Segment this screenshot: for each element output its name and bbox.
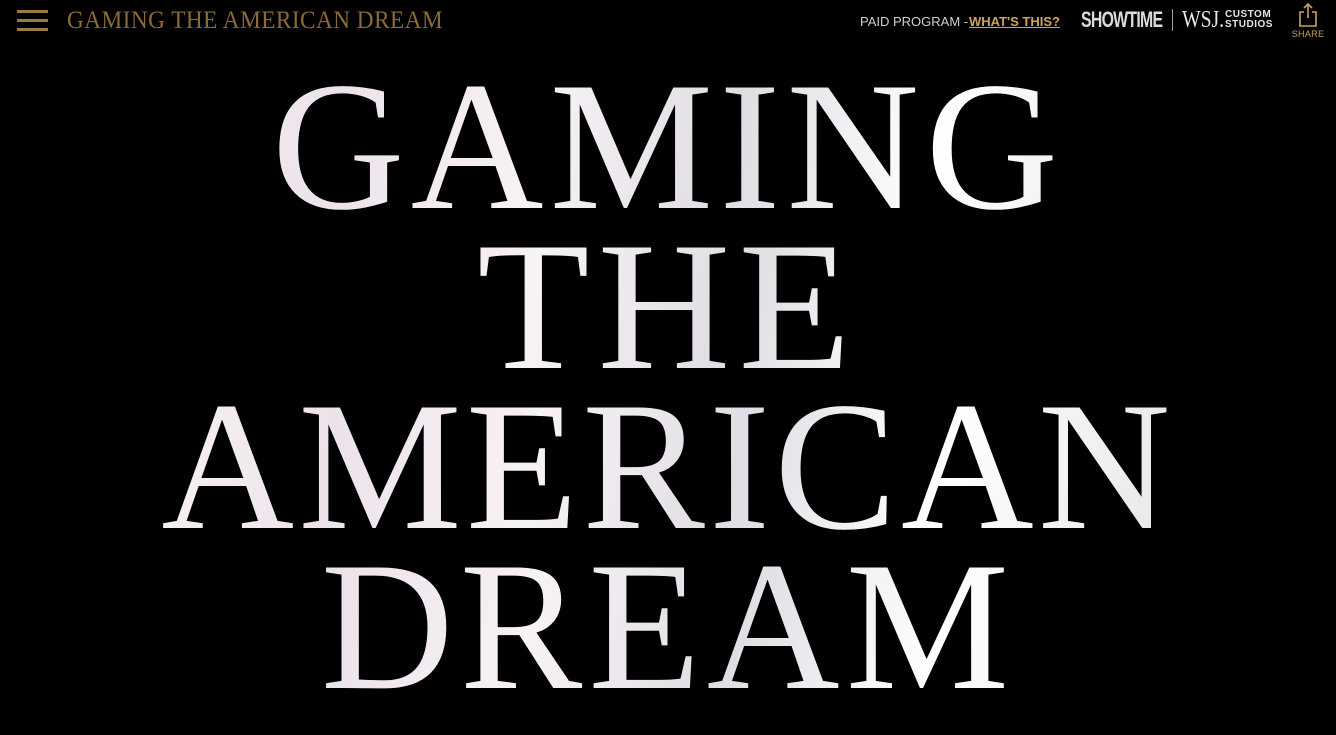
hero-title-line-1: GAMING [0, 54, 1336, 238]
share-button[interactable]: SHARE [1290, 2, 1326, 42]
custom-studios-wordmark: CUSTOM STUDIOS [1225, 10, 1273, 30]
hamburger-menu-icon[interactable] [17, 10, 48, 32]
studios-label: STUDIOS [1225, 19, 1273, 30]
menu-bar-line [17, 19, 48, 22]
logo-divider [1172, 9, 1173, 31]
share-label: SHARE [1291, 29, 1325, 39]
hero-title: GAMING THE AMERICAN DREAM [0, 44, 1336, 735]
hero-title-line-4: DREAM [0, 534, 1336, 718]
hero-title-line-2: THE [0, 214, 1336, 398]
showtime-logo[interactable]: SHOWTIME [1081, 7, 1163, 33]
hero-title-line-3: AMERICAN [0, 374, 1336, 558]
wsj-logo[interactable]: WSJ. [1182, 6, 1224, 34]
top-navigation-bar: GAMING THE AMERICAN DREAM PAID PROGRAM -… [0, 0, 1336, 44]
menu-bar-line [17, 28, 48, 31]
whats-this-link[interactable]: WHAT'S THIS? [969, 14, 1060, 29]
menu-bar-line [17, 10, 48, 13]
site-title-link[interactable]: GAMING THE AMERICAN DREAM [67, 8, 443, 34]
share-icon [1299, 2, 1317, 27]
paid-program-label: PAID PROGRAM - [860, 14, 969, 29]
